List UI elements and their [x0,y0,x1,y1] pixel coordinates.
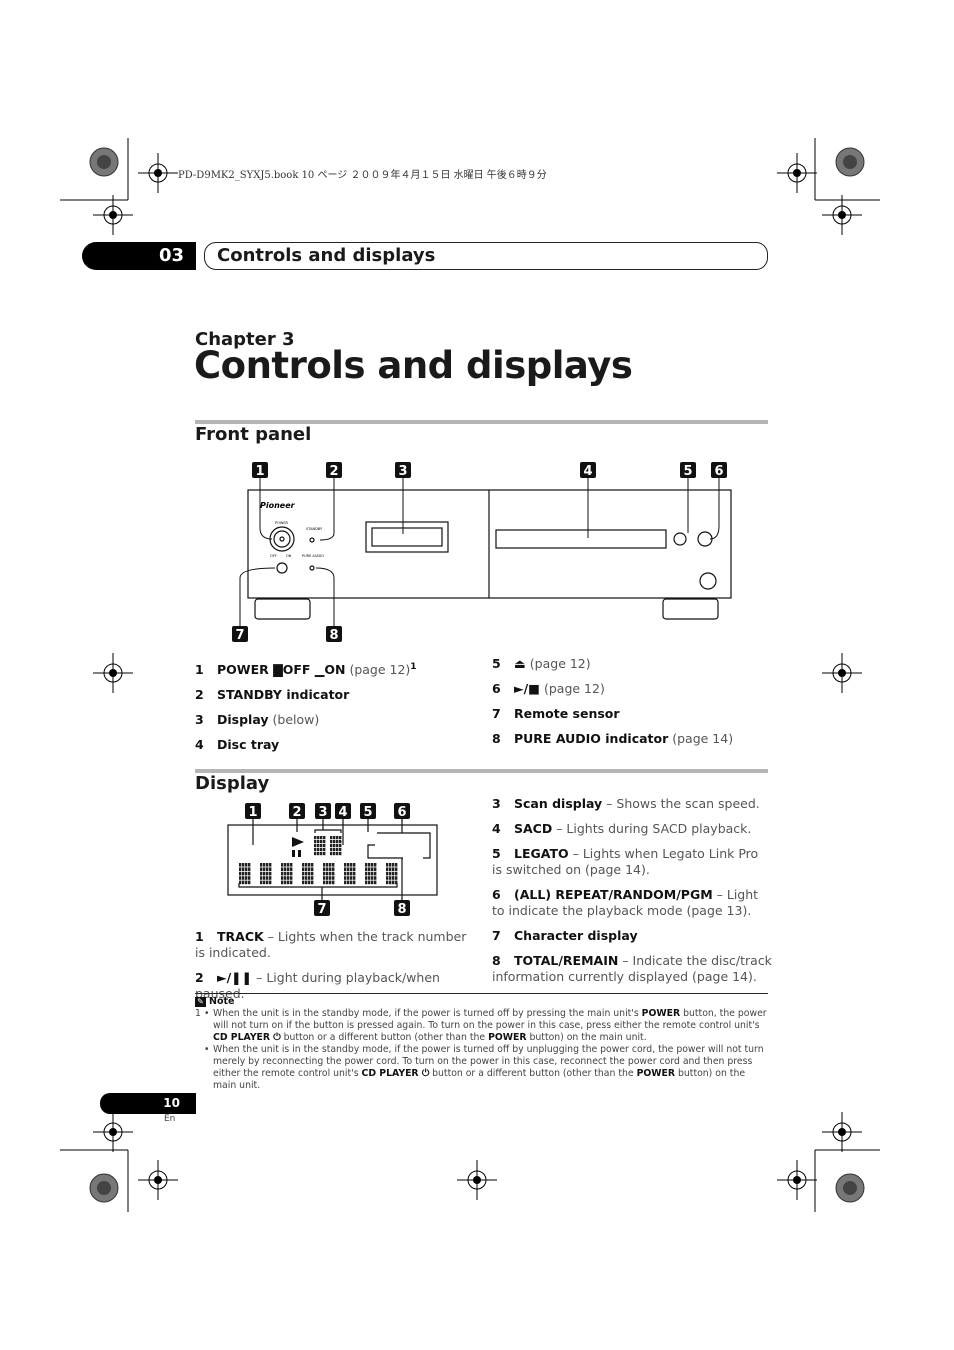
label-pure-audio: PURE AUDIO [302,554,324,558]
callout-number: 6 [397,805,406,820]
section-heading-display: Display [195,773,270,794]
callout-number: 1 [248,805,257,820]
page-title: Controls and displays [194,344,633,387]
section-divider [195,769,768,773]
list-item: 7 Remote sensor [492,706,620,721]
note-block: ✎ Note 1 • When the unit is in the standb… [195,993,768,1092]
callout-number: 3 [398,464,407,479]
list-item: 7 Character display [492,928,638,943]
list-item: 1 POWER ▇OFF ▁ON (page 12)1 [195,662,417,678]
list-item: 3 Display (below) [195,712,320,728]
list-item: 6 (ALL) REPEAT/RANDOM/PGM – Light to indi… [492,887,759,918]
label-standby: STANDBY [306,527,323,531]
callout-number: 2 [329,464,338,479]
pioneer-logo: Pioneer [260,501,296,510]
list-item: 4 Disc tray [195,737,280,753]
callout-number: 8 [329,628,338,643]
callout-number: 1 [255,464,264,479]
list-item: 2 STANDBY indicator [195,687,350,703]
note-bullet: • When the unit is in the standby mode, … [204,1044,764,1091]
display-list-right: 3 Scan display – Shows the scan speed. 4 SA… [492,796,772,994]
display-illustration: 1 2 3 4 5 6 7 8 [227,803,438,917]
callout-number: 4 [338,805,347,820]
callout-number: 7 [317,902,326,917]
label-on: ON [286,554,292,558]
front-panel-list-left: 1 POWER ▇OFF ▁ON (page 12)1 2 STANDBY indic… [195,659,485,762]
list-item: 3 Scan display – Shows the scan speed. [492,796,760,811]
callout-number: 5 [363,805,372,820]
callout-number: 3 [318,805,327,820]
footnote-number: 1 [195,1008,201,1019]
callout-number: 2 [292,805,301,820]
list-item: 8 PURE AUDIO indicator (page 14) [492,731,734,746]
label-power: POWER [275,521,289,525]
callout-number: 8 [397,902,406,917]
print-header: PD-D9MK2_SYXJ5.book 10 ページ ２００９年４月１５日 水曜… [178,170,547,181]
callout-number: 6 [714,464,723,479]
list-item: 6 ►/■ (page 12) [492,681,605,696]
language-label: En [164,1114,176,1124]
front-panel-illustration: Pioneer POWER STANDBY PURE AUDIO OFF ON … [232,462,732,643]
note-bullet: 1 • When the unit is in the standby mode… [195,1008,767,1043]
note-heading: ✎ Note [195,996,768,1008]
note-icon: ✎ [195,997,206,1007]
callout-number: 4 [583,464,592,479]
callout-number: 5 [683,464,692,479]
front-panel-list-right: 5 ⏏ (page 12) 6 ►/■ (page 12) 7 Remote sensor… [492,656,772,756]
list-item: 4 SACD – Lights during SACD playback. [492,821,752,836]
section-heading-front-panel: Front panel [195,424,312,445]
chapter-number-tab: 03 [82,242,196,270]
chapter-title-tab: Controls and displays [204,242,768,270]
list-item: 8 TOTAL/REMAIN – Indicate the disc/track … [492,953,772,984]
label-off: OFF [270,554,277,558]
list-item: 5 ⏏ (page 12) [492,656,591,671]
page-number: 10 [100,1093,196,1114]
list-item: 1 TRACK – Lights when the track number is… [195,929,467,960]
list-item: 5 LEGATO – Lights when Legato Link Pro is… [492,846,759,877]
callout-number: 7 [235,628,244,643]
